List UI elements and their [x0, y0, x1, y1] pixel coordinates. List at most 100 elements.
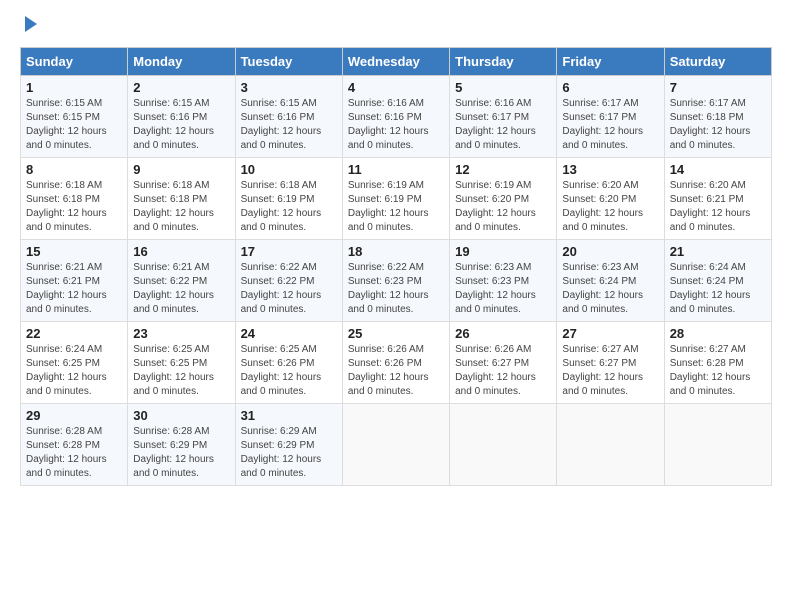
day-cell: 28Sunrise: 6:27 AMSunset: 6:28 PMDayligh…	[664, 322, 771, 404]
day-detail: Sunrise: 6:28 AMSunset: 6:28 PMDaylight:…	[26, 425, 122, 481]
calendar-body: 1 Sunrise: 6:15 AMSunset: 6:15 PMDaylight…	[21, 76, 772, 486]
page-header	[20, 20, 772, 32]
header-cell-saturday: Saturday	[664, 48, 771, 76]
header-cell-sunday: Sunday	[21, 48, 128, 76]
day-detail: Sunrise: 6:19 AMSunset: 6:19 PMDaylight:…	[348, 179, 444, 235]
header-cell-monday: Monday	[128, 48, 235, 76]
day-detail: Sunrise: 6:24 AMSunset: 6:24 PMDaylight:…	[670, 261, 766, 317]
day-number: 25	[348, 326, 444, 341]
day-cell: 24 Sunrise: 6:25 AMSunset: 6:26 PMDayligh…	[235, 322, 342, 404]
day-number: 11	[348, 162, 444, 177]
day-detail: Sunrise: 6:24 AMSunset: 6:25 PMDaylight:…	[26, 343, 122, 399]
day-detail: Sunrise: 6:18 AMSunset: 6:18 PMDaylight:…	[26, 179, 122, 235]
day-number: 6	[562, 80, 658, 95]
day-number: 30	[133, 408, 229, 423]
day-detail: Sunrise: 6:15 AMSunset: 6:16 PMDaylight:…	[133, 97, 229, 153]
day-number: 7	[670, 80, 766, 95]
day-cell: 11 Sunrise: 6:19 AMSunset: 6:19 PMDayligh…	[342, 158, 449, 240]
day-detail: Sunrise: 6:25 AMSunset: 6:26 PMDaylight:…	[241, 343, 337, 399]
day-number: 3	[241, 80, 337, 95]
day-cell: 27 Sunrise: 6:27 AMSunset: 6:27 PMDayligh…	[557, 322, 664, 404]
day-number: 20	[562, 244, 658, 259]
calendar-table: SundayMondayTuesdayWednesdayThursdayFrid…	[20, 47, 772, 486]
day-number: 17	[241, 244, 337, 259]
day-cell: 9Sunrise: 6:18 AMSunset: 6:18 PMDaylight…	[128, 158, 235, 240]
header-cell-tuesday: Tuesday	[235, 48, 342, 76]
day-cell: 12 Sunrise: 6:19 AMSunset: 6:20 PMDayligh…	[450, 158, 557, 240]
day-detail: Sunrise: 6:21 AMSunset: 6:21 PMDaylight:…	[26, 261, 122, 317]
day-cell: 14Sunrise: 6:20 AMSunset: 6:21 PMDayligh…	[664, 158, 771, 240]
day-cell: 23Sunrise: 6:25 AMSunset: 6:25 PMDayligh…	[128, 322, 235, 404]
day-cell: 26Sunrise: 6:26 AMSunset: 6:27 PMDayligh…	[450, 322, 557, 404]
day-number: 27	[562, 326, 658, 341]
day-cell	[342, 404, 449, 486]
day-cell: 30 Sunrise: 6:28 AMSunset: 6:29 PMDayligh…	[128, 404, 235, 486]
day-number: 18	[348, 244, 444, 259]
header-cell-friday: Friday	[557, 48, 664, 76]
week-row-3: 15Sunrise: 6:21 AMSunset: 6:21 PMDayligh…	[21, 240, 772, 322]
day-cell: 10 Sunrise: 6:18 AMSunset: 6:19 PMDayligh…	[235, 158, 342, 240]
day-cell: 31 Sunrise: 6:29 AMSunset: 6:29 PMDayligh…	[235, 404, 342, 486]
day-detail: Sunrise: 6:16 AMSunset: 6:16 PMDaylight:…	[348, 97, 444, 153]
day-cell: 13Sunrise: 6:20 AMSunset: 6:20 PMDayligh…	[557, 158, 664, 240]
day-number: 4	[348, 80, 444, 95]
day-cell	[557, 404, 664, 486]
day-cell: 1 Sunrise: 6:15 AMSunset: 6:15 PMDaylight…	[21, 76, 128, 158]
day-number: 19	[455, 244, 551, 259]
day-number: 13	[562, 162, 658, 177]
logo	[20, 20, 37, 32]
day-detail: Sunrise: 6:26 AMSunset: 6:26 PMDaylight:…	[348, 343, 444, 399]
day-detail: Sunrise: 6:15 AMSunset: 6:15 PMDaylight:…	[26, 97, 122, 153]
header-cell-wednesday: Wednesday	[342, 48, 449, 76]
week-row-4: 22 Sunrise: 6:24 AMSunset: 6:25 PMDayligh…	[21, 322, 772, 404]
day-detail: Sunrise: 6:22 AMSunset: 6:22 PMDaylight:…	[241, 261, 337, 317]
calendar-header: SundayMondayTuesdayWednesdayThursdayFrid…	[21, 48, 772, 76]
day-cell: 6 Sunrise: 6:17 AMSunset: 6:17 PMDaylight…	[557, 76, 664, 158]
day-cell: 16 Sunrise: 6:21 AMSunset: 6:22 PMDayligh…	[128, 240, 235, 322]
day-number: 23	[133, 326, 229, 341]
day-detail: Sunrise: 6:23 AMSunset: 6:24 PMDaylight:…	[562, 261, 658, 317]
header-row: SundayMondayTuesdayWednesdayThursdayFrid…	[21, 48, 772, 76]
day-number: 1	[26, 80, 122, 95]
day-number: 16	[133, 244, 229, 259]
day-number: 21	[670, 244, 766, 259]
day-cell: 21 Sunrise: 6:24 AMSunset: 6:24 PMDayligh…	[664, 240, 771, 322]
day-detail: Sunrise: 6:18 AMSunset: 6:19 PMDaylight:…	[241, 179, 337, 235]
day-number: 12	[455, 162, 551, 177]
day-detail: Sunrise: 6:27 AMSunset: 6:27 PMDaylight:…	[562, 343, 658, 399]
day-detail: Sunrise: 6:23 AMSunset: 6:23 PMDaylight:…	[455, 261, 551, 317]
day-detail: Sunrise: 6:15 AMSunset: 6:16 PMDaylight:…	[241, 97, 337, 153]
header-cell-thursday: Thursday	[450, 48, 557, 76]
day-detail: Sunrise: 6:22 AMSunset: 6:23 PMDaylight:…	[348, 261, 444, 317]
week-row-5: 29 Sunrise: 6:28 AMSunset: 6:28 PMDayligh…	[21, 404, 772, 486]
logo-arrow-icon	[25, 16, 37, 32]
day-detail: Sunrise: 6:29 AMSunset: 6:29 PMDaylight:…	[241, 425, 337, 481]
day-cell: 4 Sunrise: 6:16 AMSunset: 6:16 PMDaylight…	[342, 76, 449, 158]
day-number: 24	[241, 326, 337, 341]
day-cell: 25 Sunrise: 6:26 AMSunset: 6:26 PMDayligh…	[342, 322, 449, 404]
day-cell: 20 Sunrise: 6:23 AMSunset: 6:24 PMDayligh…	[557, 240, 664, 322]
day-number: 22	[26, 326, 122, 341]
day-cell: 3 Sunrise: 6:15 AMSunset: 6:16 PMDaylight…	[235, 76, 342, 158]
day-detail: Sunrise: 6:17 AMSunset: 6:18 PMDaylight:…	[670, 97, 766, 153]
day-cell: 7 Sunrise: 6:17 AMSunset: 6:18 PMDaylight…	[664, 76, 771, 158]
day-detail: Sunrise: 6:19 AMSunset: 6:20 PMDaylight:…	[455, 179, 551, 235]
day-number: 9	[133, 162, 229, 177]
day-cell: 29 Sunrise: 6:28 AMSunset: 6:28 PMDayligh…	[21, 404, 128, 486]
day-number: 10	[241, 162, 337, 177]
day-number: 2	[133, 80, 229, 95]
day-cell	[450, 404, 557, 486]
day-number: 31	[241, 408, 337, 423]
week-row-2: 8Sunrise: 6:18 AMSunset: 6:18 PMDaylight…	[21, 158, 772, 240]
day-detail: Sunrise: 6:20 AMSunset: 6:21 PMDaylight:…	[670, 179, 766, 235]
day-number: 29	[26, 408, 122, 423]
week-row-1: 1 Sunrise: 6:15 AMSunset: 6:15 PMDaylight…	[21, 76, 772, 158]
day-cell: 2 Sunrise: 6:15 AMSunset: 6:16 PMDaylight…	[128, 76, 235, 158]
day-detail: Sunrise: 6:21 AMSunset: 6:22 PMDaylight:…	[133, 261, 229, 317]
day-cell: 8Sunrise: 6:18 AMSunset: 6:18 PMDaylight…	[21, 158, 128, 240]
day-number: 28	[670, 326, 766, 341]
day-cell	[664, 404, 771, 486]
day-detail: Sunrise: 6:28 AMSunset: 6:29 PMDaylight:…	[133, 425, 229, 481]
day-detail: Sunrise: 6:17 AMSunset: 6:17 PMDaylight:…	[562, 97, 658, 153]
day-cell: 15Sunrise: 6:21 AMSunset: 6:21 PMDayligh…	[21, 240, 128, 322]
